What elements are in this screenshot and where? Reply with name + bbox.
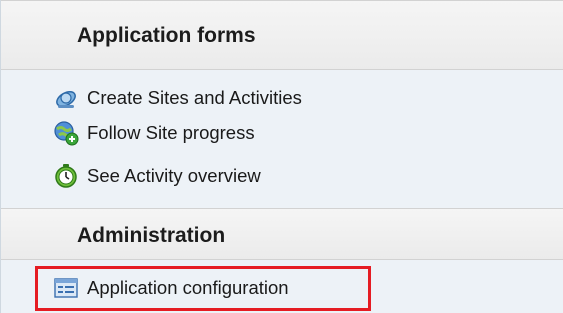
section-title: Application forms (77, 24, 256, 47)
satellite-icon (53, 85, 79, 111)
menu-item-see-activity-overview[interactable]: See Activity overview (53, 163, 261, 189)
menu-item-label: Follow Site progress (87, 122, 255, 143)
section-header-administration: Administration (1, 208, 563, 260)
menu-item-follow-site-progress[interactable]: Follow Site progress (53, 120, 255, 146)
menu-item-label: See Activity overview (87, 165, 261, 186)
menu-item-create-sites[interactable]: Create Sites and Activities (53, 85, 302, 111)
globe-add-icon (53, 120, 79, 146)
section-title: Administration (77, 224, 226, 247)
section-header-application-forms: Application forms (1, 0, 563, 70)
navigation-panel: Application forms Create Sites and Activ… (0, 0, 563, 313)
clock-icon (53, 163, 79, 189)
menu-item-label: Create Sites and Activities (87, 87, 302, 108)
highlight-box (35, 266, 371, 311)
